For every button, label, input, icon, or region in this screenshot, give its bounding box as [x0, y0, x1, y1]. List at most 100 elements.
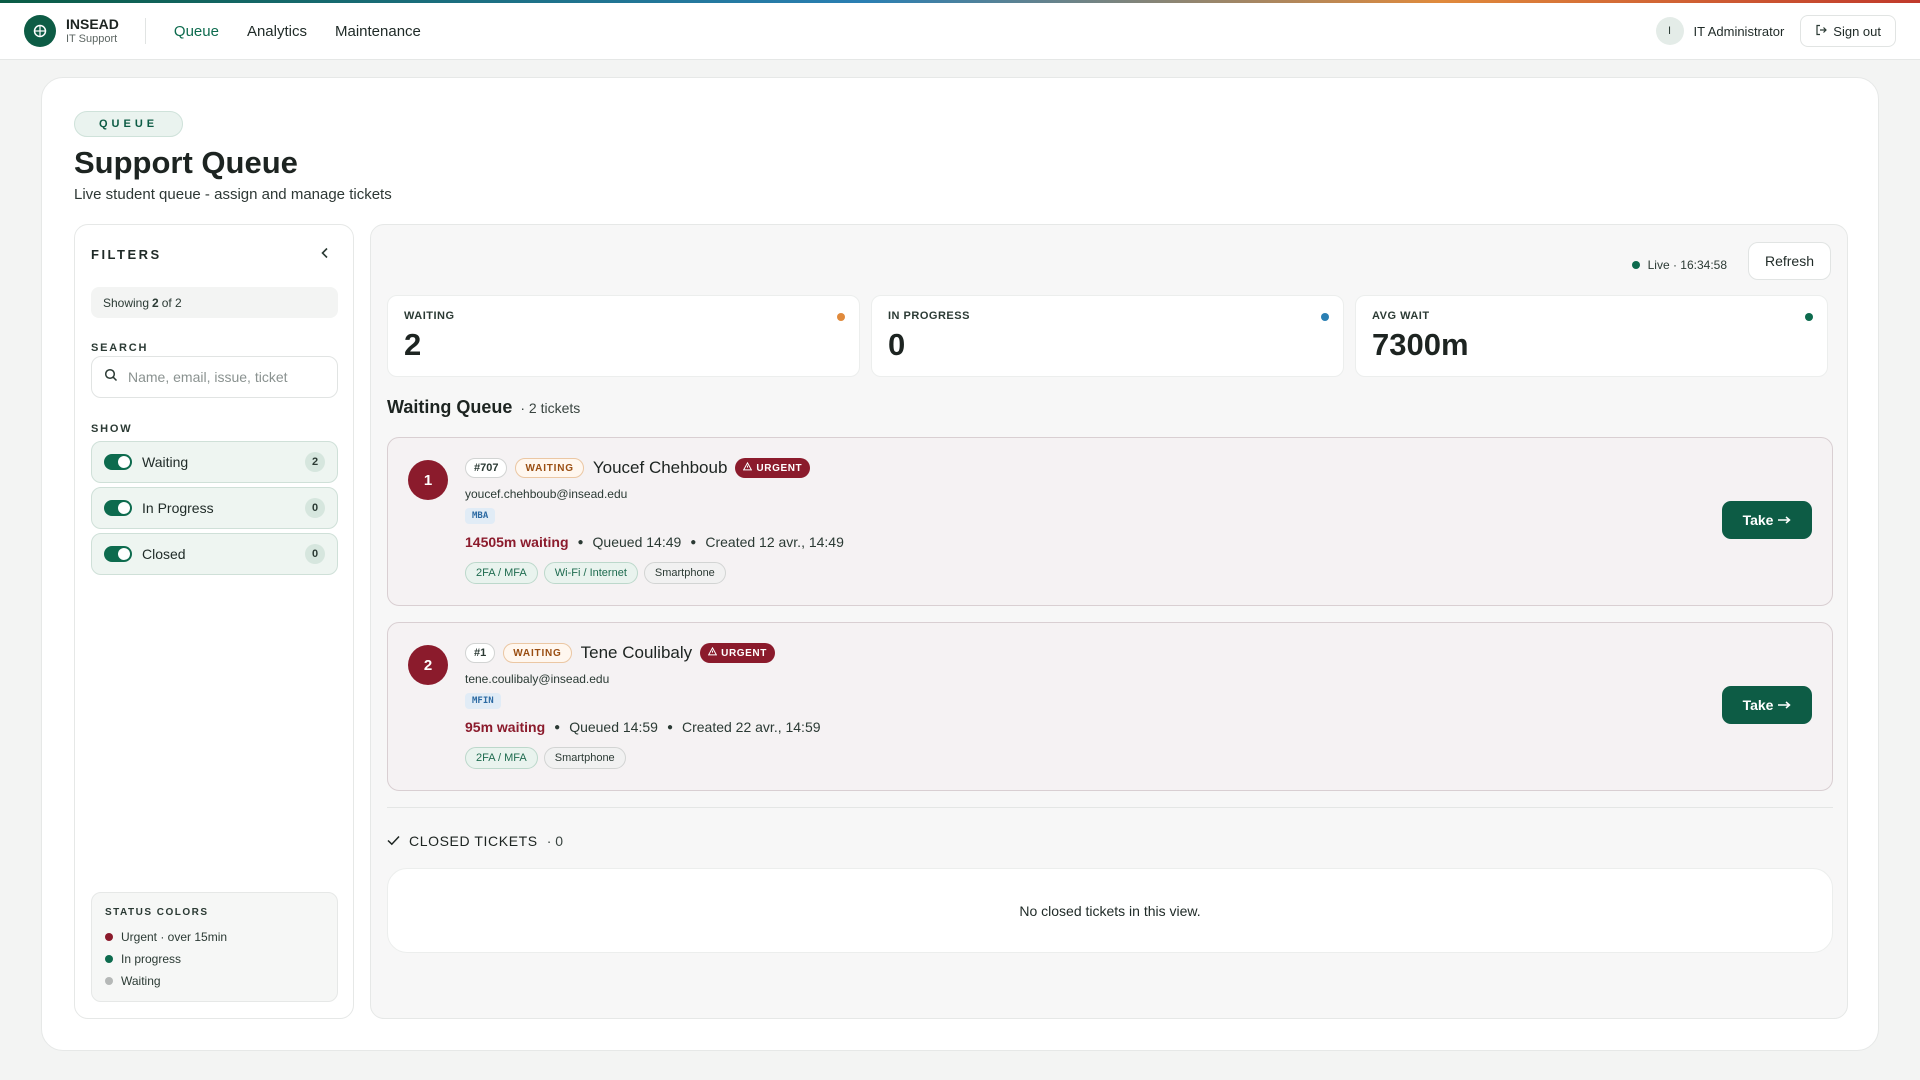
brand-name: INSEAD — [66, 16, 119, 33]
page-eyebrow-badge: QUEUE — [74, 111, 184, 137]
wait-time: 95m waiting — [465, 719, 546, 735]
user-name: IT Administrator — [1693, 23, 1785, 39]
arrow-right-icon — [1777, 512, 1792, 528]
take-label: Take — [1742, 512, 1774, 528]
warning-icon — [707, 646, 718, 659]
collapse-filters-button[interactable] — [315, 245, 335, 265]
take-ticket-button[interactable]: Take — [1722, 501, 1812, 539]
toggle-closed[interactable]: Closed 0 — [91, 533, 338, 575]
legend-item-urgent: Urgent · over 15min — [105, 926, 324, 948]
search-input[interactable] — [128, 369, 318, 385]
stat-value: 0 — [888, 327, 906, 362]
toggle-switch[interactable] — [104, 546, 132, 562]
toggle-label: Waiting — [142, 454, 189, 470]
ticket-meta: 14505m waiting ● Queued 14:49 ● Created … — [465, 534, 844, 550]
filters-title: FILTERS — [91, 247, 162, 262]
stat-label: WAITING — [404, 310, 455, 322]
toggle-switch[interactable] — [104, 500, 132, 516]
stat-label: AVG WAIT — [1372, 310, 1430, 322]
urgent-badge: URGENT — [700, 643, 775, 663]
search-label: SEARCH — [91, 342, 149, 354]
toggle-in-progress[interactable]: In Progress 0 — [91, 487, 338, 529]
brand-logo-icon — [24, 15, 56, 47]
main-nav: Queue Analytics Maintenance — [174, 23, 421, 40]
top-header: INSEAD IT Support Queue Analytics Mainte… — [0, 3, 1920, 60]
toggle-waiting[interactable]: Waiting 2 — [91, 441, 338, 483]
queued-time: Queued 14:59 — [569, 719, 658, 735]
warning-icon — [743, 461, 753, 474]
stat-waiting: WAITING 2 — [387, 295, 860, 377]
live-clock: Live · 16:34:58 — [1647, 258, 1727, 272]
sign-out-label: Sign out — [1833, 23, 1881, 39]
toggle-label: In Progress — [142, 500, 214, 516]
nav-queue[interactable]: Queue — [174, 23, 219, 40]
sign-out-icon — [1815, 24, 1828, 39]
created-time: Created 22 avr., 14:59 — [681, 719, 821, 735]
take-label: Take — [1742, 697, 1774, 713]
closed-tickets-heading[interactable]: CLOSED TICKETS · 0 — [387, 833, 563, 849]
legend-title: STATUS COLORS — [105, 907, 209, 918]
search-icon — [104, 368, 118, 387]
nav-analytics[interactable]: Analytics — [247, 23, 307, 40]
queued-time: Queued 14:49 — [592, 534, 682, 550]
closed-tickets-count: · 0 — [546, 833, 564, 849]
showing-count: Showing 2 of 2 — [91, 287, 338, 318]
queue-position: 2 — [408, 645, 448, 685]
program-badge: MBA — [465, 508, 496, 524]
empty-state: No closed tickets in this view. — [387, 868, 1833, 953]
search-box[interactable] — [91, 356, 338, 398]
count-badge: 2 — [305, 452, 325, 472]
waiting-queue-count: · 2 tickets — [520, 400, 581, 416]
stat-value: 7300m — [1372, 327, 1469, 362]
closed-tickets-title: CLOSED TICKETS — [409, 833, 538, 849]
issue-tag: 2FA / MFA — [465, 747, 538, 769]
sign-out-button[interactable]: Sign out — [1800, 15, 1896, 47]
separator-dot: ● — [577, 536, 584, 548]
count-badge: 0 — [305, 544, 325, 564]
toggle-switch[interactable] — [104, 454, 132, 470]
queue-position: 1 — [408, 460, 448, 500]
stat-value: 2 — [404, 327, 422, 362]
separator-dot: ● — [690, 536, 697, 548]
urgent-badge: URGENT — [735, 458, 811, 478]
ticket-id: #707 — [465, 458, 508, 478]
ticket-card[interactable]: 1 #707 WAITING Youcef Chehboub URGENT yo… — [387, 437, 1833, 606]
separator-dot: ● — [554, 721, 561, 733]
take-ticket-button[interactable]: Take — [1722, 686, 1812, 724]
waiting-dot-icon — [105, 977, 113, 985]
header-divider — [144, 18, 146, 44]
showing-suffix: of 2 — [161, 295, 182, 310]
student-email: tene.coulibaly@insead.edu — [465, 672, 610, 686]
avatar[interactable]: I — [1655, 17, 1684, 45]
status-badge: WAITING — [515, 458, 584, 478]
brand-subtitle: IT Support — [66, 32, 118, 45]
ticket-meta: 95m waiting ● Queued 14:59 ● Created 22 … — [465, 719, 821, 735]
queue-main-panel: Live · 16:34:58 Refresh WAITING 2 IN PRO… — [370, 224, 1848, 1019]
in-progress-dot-icon — [1321, 313, 1329, 321]
refresh-button[interactable]: Refresh — [1747, 242, 1831, 280]
legend-label: Urgent · over 15min — [121, 930, 228, 944]
toggle-label: Closed — [142, 546, 186, 562]
status-colors-legend: STATUS COLORS Urgent · over 15min In pro… — [91, 892, 338, 1002]
filters-panel: FILTERS Showing 2 of 2 SEARCH SHOW Waiti… — [74, 224, 354, 1019]
legend-label: Waiting — [121, 974, 161, 988]
showing-prefix: Showing — [103, 295, 150, 310]
student-email: youcef.chehboub@insead.edu — [465, 487, 628, 501]
ticket-id: #1 — [465, 643, 496, 663]
section-divider — [387, 807, 1833, 808]
show-label: SHOW — [91, 423, 133, 435]
ticket-card[interactable]: 2 #1 WAITING Tene Coulibaly URGENT tene.… — [387, 622, 1833, 791]
legend-item-in-progress: In progress — [105, 948, 324, 970]
stat-avg-wait: AVG WAIT 7300m — [1355, 295, 1828, 377]
urgent-dot-icon — [105, 933, 113, 941]
urgent-label: URGENT — [756, 462, 803, 474]
wait-time: 14505m waiting — [465, 534, 569, 550]
brand[interactable]: INSEAD IT Support — [24, 15, 119, 47]
urgent-label: URGENT — [721, 647, 767, 659]
count-badge: 0 — [305, 498, 325, 518]
live-indicator: Live · 16:34:58 — [1631, 258, 1727, 272]
student-name: Tene Coulibaly — [580, 643, 693, 662]
issue-tag: Wi-Fi / Internet — [543, 562, 638, 584]
showing-number: 2 — [152, 295, 159, 310]
nav-maintenance[interactable]: Maintenance — [335, 23, 421, 40]
